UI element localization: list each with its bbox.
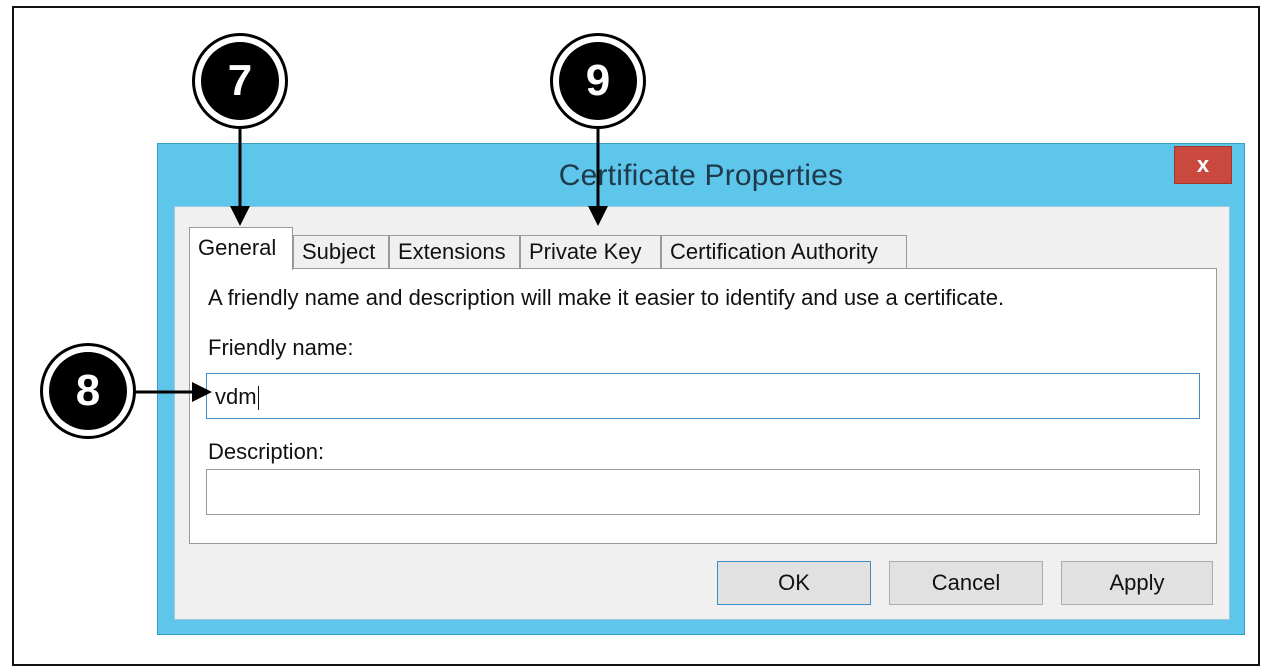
arrow-9-head bbox=[588, 206, 608, 226]
arrow-7-head bbox=[230, 206, 250, 226]
callout-8-number: 8 bbox=[49, 352, 127, 430]
arrow-8-head bbox=[192, 382, 212, 402]
tab-general[interactable]: General bbox=[189, 227, 293, 270]
callout-7-badge: 7 bbox=[192, 33, 288, 129]
callout-9-badge: 9 bbox=[550, 33, 646, 129]
callout-8-badge: 8 bbox=[40, 343, 136, 439]
callout-9-number: 9 bbox=[559, 42, 637, 120]
callout-7-number: 7 bbox=[201, 42, 279, 120]
